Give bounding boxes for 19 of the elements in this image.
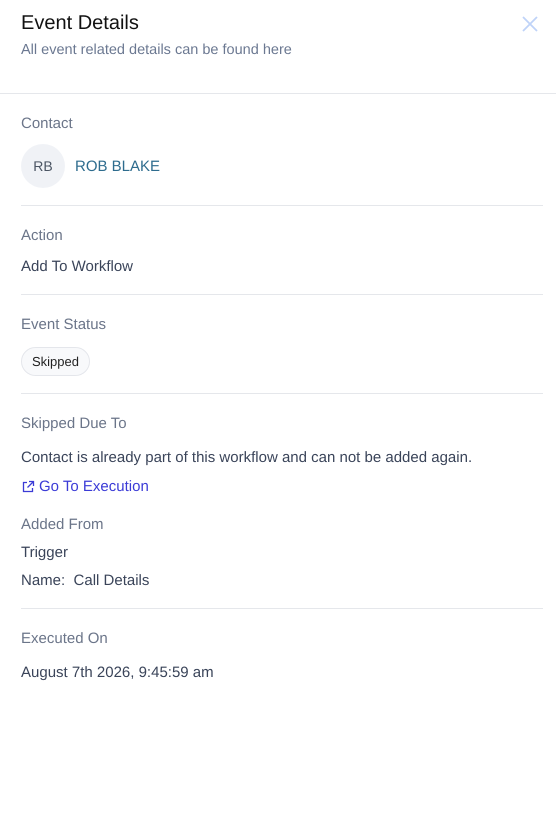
close-icon[interactable] xyxy=(521,15,539,33)
panel-title: Event Details xyxy=(21,11,140,36)
source-value: Trigger xyxy=(21,542,69,562)
contact-name-link[interactable]: ROB BLAKE xyxy=(75,158,160,174)
execution-link[interactable]: Go To Execution xyxy=(21,478,149,495)
skip-reason: Contact is already part of this workflow and can not be added again. xyxy=(21,448,474,468)
section-label: Action xyxy=(21,226,64,246)
avatar: RB xyxy=(21,144,65,188)
action-value: Add To Workflow xyxy=(21,257,134,277)
trigger-name: Name: Call Details xyxy=(21,570,150,590)
section-label: Added From xyxy=(21,514,105,534)
external-link-icon xyxy=(21,480,35,494)
section-label: Contact xyxy=(21,114,74,134)
section-label: Executed On xyxy=(21,628,109,648)
section-label: Event Status xyxy=(21,315,108,335)
panel-subtitle: All event related details can be found here xyxy=(21,42,292,58)
status-badge: Skipped xyxy=(21,347,90,376)
executed-date: August 7th 2026, 9:45:59 am xyxy=(21,662,215,682)
section-label: Skipped Due To xyxy=(21,414,128,434)
